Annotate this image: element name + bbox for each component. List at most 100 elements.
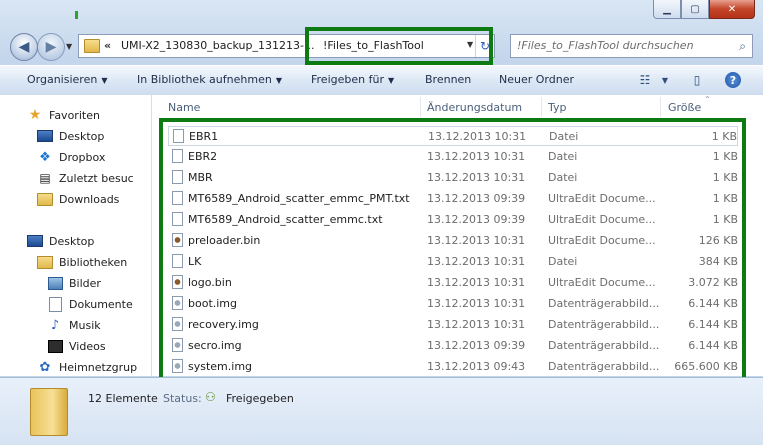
column-header-type[interactable]: Typ — [548, 95, 567, 119]
sidebar-item-videos[interactable]: Videos — [47, 336, 106, 356]
file-icon — [172, 170, 183, 184]
file-date: 13.12.2013 09:39 — [427, 213, 526, 226]
column-header-size[interactable]: Größe — [668, 95, 701, 119]
file-icon — [172, 212, 183, 226]
column-divider[interactable] — [420, 97, 421, 117]
column-divider[interactable] — [541, 97, 542, 117]
burn-button[interactable]: Brennen — [425, 73, 471, 86]
view-options-icon[interactable]: ☷ — [636, 71, 654, 89]
column-divider[interactable] — [660, 97, 661, 117]
sidebar-item-label: Zuletzt besuc — [59, 171, 134, 185]
navigation-pane: ★ Favoriten Desktop ❖ Dropbox ▤ Zuletzt … — [0, 95, 152, 376]
file-size: 384 KB — [698, 255, 738, 268]
file-type: UltraEdit Docume... — [548, 213, 656, 226]
organize-label: Organisieren — [27, 73, 98, 86]
file-name: MT6589_Android_scatter_emmc.txt — [188, 213, 383, 226]
file-icon — [172, 254, 183, 268]
sidebar-item-desktop-root[interactable]: Desktop — [27, 231, 94, 251]
desktop-icon — [37, 130, 53, 142]
libraries-icon — [37, 255, 53, 269]
sidebar-item-pictures[interactable]: Bilder — [47, 273, 101, 293]
address-bar[interactable]: « UMI-X2_130830_backup_131213-... !Files… — [78, 34, 495, 58]
file-name: boot.img — [188, 297, 238, 310]
chevron-down-icon: ▼ — [387, 76, 395, 85]
file-size: 126 KB — [698, 234, 738, 247]
column-header-name[interactable]: Name — [168, 95, 200, 119]
new-folder-label: Neuer Ordner — [499, 73, 574, 86]
sidebar-item-homegroup[interactable]: ✿ Heimnetzgrup — [37, 357, 138, 376]
organize-button[interactable]: Organisieren ▼ — [27, 73, 107, 86]
maximize-button[interactable]: ▢ — [681, 0, 709, 19]
file-date: 13.12.2013 10:31 — [427, 318, 526, 331]
file-list: ⌃ Name Änderungsdatum Typ Größe EBR1 13.1… — [152, 95, 763, 376]
preview-pane-icon[interactable]: ▯ — [688, 71, 706, 89]
table-row[interactable]: preloader.bin 13.12.2013 10:31 UltraEdit D… — [168, 231, 738, 251]
include-library-button[interactable]: In Bibliothek aufnehmen ▼ — [137, 73, 282, 86]
help-button[interactable]: ? — [724, 71, 742, 89]
file-type: Datei — [548, 150, 578, 163]
breadcrumb-current[interactable]: !Files_to_FlashTool — [323, 39, 424, 52]
file-type: UltraEdit Docume... — [548, 234, 656, 247]
file-type: Datenträgerabbild... — [548, 318, 660, 331]
caption-buttons: ▁ ▢ ✕ — [653, 0, 755, 19]
sidebar-item-music[interactable]: ♪ Musik — [47, 315, 101, 335]
file-name: MBR — [188, 171, 213, 184]
table-row[interactable]: EBR2 13.12.2013 10:31 Datei 1 KB — [168, 147, 738, 167]
sidebar-item-label: Dokumente — [69, 297, 133, 311]
new-folder-button[interactable]: Neuer Ordner — [499, 73, 574, 86]
recent-pages-dropdown-icon[interactable]: ▼ — [66, 42, 72, 51]
file-size: 1 KB — [712, 192, 738, 205]
downloads-folder-icon — [37, 192, 53, 206]
search-box[interactable]: !Files_to_FlashTool durchsuchen ⌕ — [510, 34, 753, 58]
table-row[interactable]: EBR1 13.12.2013 10:31 Datei 1 KB — [168, 126, 738, 146]
table-row[interactable]: secro.img 13.12.2013 09:39 Datenträgerabbi… — [168, 336, 738, 356]
file-size: 665.600 KB — [674, 360, 738, 373]
view-dropdown-icon[interactable]: ▼ — [656, 71, 674, 89]
sidebar-item-downloads[interactable]: Downloads — [37, 189, 119, 209]
file-type: Datenträgerabbild... — [548, 297, 660, 310]
sidebar-item-recent[interactable]: ▤ Zuletzt besuc — [37, 168, 134, 188]
refresh-button[interactable]: ↻ — [475, 35, 494, 57]
disk-image-icon — [172, 338, 183, 352]
sidebar-item-documents[interactable]: Dokumente — [47, 294, 133, 314]
table-row[interactable]: logo.bin 13.12.2013 10:31 UltraEdit Docume… — [168, 273, 738, 293]
sidebar-item-label: Heimnetzgrup — [59, 360, 138, 374]
sidebar-item-favorites[interactable]: ★ Favoriten — [27, 105, 100, 125]
shared-users-icon: ⚇ — [205, 390, 216, 404]
forward-arrow-icon: ▶ — [45, 39, 57, 55]
file-size: 1 KB — [711, 130, 737, 143]
pictures-icon — [47, 276, 63, 290]
file-size: 1 KB — [712, 171, 738, 184]
address-dropdown-icon[interactable]: ▼ — [467, 40, 473, 49]
search-icon[interactable]: ⌕ — [739, 39, 746, 54]
close-button[interactable]: ✕ — [709, 0, 755, 19]
table-row[interactable]: recovery.img 13.12.2013 10:31 Datenträgera… — [168, 315, 738, 335]
column-header-label: Typ — [548, 100, 567, 114]
sidebar-item-label: Bibliotheken — [59, 255, 128, 269]
file-name: secro.img — [188, 339, 242, 352]
table-row[interactable]: MT6589_Android_scatter_emmc_PMT.txt 13.12… — [168, 189, 738, 209]
table-row[interactable]: MT6589_Android_scatter_emmc.txt 13.12.201… — [168, 210, 738, 230]
sidebar-item-dropbox[interactable]: ❖ Dropbox — [37, 147, 105, 167]
share-button[interactable]: Freigeben für ▼ — [311, 73, 394, 86]
star-icon: ★ — [28, 107, 42, 123]
file-type: UltraEdit Docume... — [548, 276, 656, 289]
minimize-button[interactable]: ▁ — [653, 0, 681, 19]
file-date: 13.12.2013 09:39 — [427, 192, 526, 205]
file-name: system.img — [188, 360, 253, 373]
sort-ascending-icon: ⌃ — [704, 95, 711, 104]
sidebar-item-libraries[interactable]: Bibliotheken — [37, 252, 127, 272]
include-library-label: In Bibliothek aufnehmen — [137, 73, 272, 86]
table-row[interactable]: system.img 13.12.2013 09:43 Datenträgerabb… — [168, 357, 738, 377]
table-row[interactable]: LK 13.12.2013 10:31 Datei 384 KB — [168, 252, 738, 272]
address-overflow-chevron[interactable]: « — [104, 39, 111, 52]
back-button[interactable]: ◀ — [10, 33, 38, 61]
table-row[interactable]: MBR 13.12.2013 10:31 Datei 1 KB — [168, 168, 738, 188]
breadcrumb-parent[interactable]: UMI-X2_130830_backup_131213-... — [121, 39, 314, 52]
forward-button[interactable]: ▶ — [37, 33, 65, 61]
disk-image-icon — [172, 296, 183, 310]
column-header-date[interactable]: Änderungsdatum — [427, 95, 522, 119]
sidebar-item-desktop[interactable]: Desktop — [37, 126, 104, 146]
table-row[interactable]: boot.img 13.12.2013 10:31 Datenträgerabbil… — [168, 294, 738, 314]
file-name: recovery.img — [188, 318, 259, 331]
